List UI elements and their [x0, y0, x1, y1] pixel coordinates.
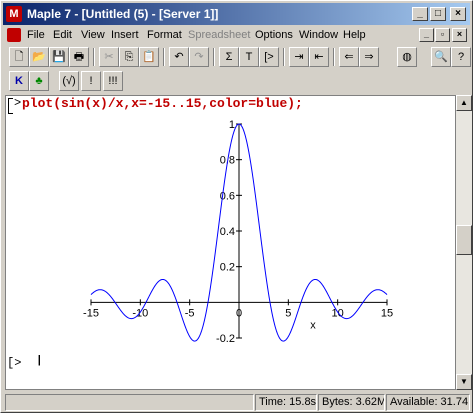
- status-available: Available: 31.74: [386, 394, 470, 411]
- root-button[interactable]: (√): [59, 71, 79, 91]
- main-toolbar: 🗋 📂 💾 🖶 ✂ ⎘ 📋 ↶ ↷ Σ T [> ⇥ ⇤ ⇐ ⇒ ◍ 🔍 ?: [3, 45, 471, 69]
- new-file-icon[interactable]: 🗋: [9, 47, 29, 67]
- menu-view[interactable]: View: [81, 29, 105, 41]
- y-tick-label: -0.2: [216, 333, 235, 345]
- y-tick-label: 0.2: [220, 262, 235, 274]
- execution-group-bracket[interactable]: [8, 98, 13, 114]
- doc-restore-button[interactable]: ▫: [435, 28, 450, 42]
- context-toolbar: K ♣ (√) ! !!!: [3, 69, 470, 93]
- back-arrow-icon[interactable]: ⇐: [339, 47, 359, 67]
- status-bar: Time: 15.8s Bytes: 3.62M Available: 31.7…: [3, 393, 470, 412]
- execute-button[interactable]: !: [81, 71, 101, 91]
- magnify-icon[interactable]: 🔍: [431, 47, 451, 67]
- title-bar[interactable]: M Maple 7 - [Untitled (5) - [Server 1]] …: [3, 3, 470, 25]
- scroll-thumb[interactable]: [456, 225, 472, 255]
- text-cursor: |: [36, 355, 43, 367]
- text-input-button[interactable]: T: [239, 47, 259, 67]
- save-icon[interactable]: 💾: [49, 47, 69, 67]
- menu-file[interactable]: File: [27, 29, 45, 41]
- copy-icon[interactable]: ⎘: [119, 47, 139, 67]
- outdent-icon[interactable]: ⇤: [309, 47, 329, 67]
- x-tick-label: 5: [285, 307, 291, 319]
- paste-icon[interactable]: 📋: [139, 47, 159, 67]
- status-message: [5, 394, 254, 411]
- command-input[interactable]: plot(sin(x)/x,x=-15..15,color=blue);: [22, 96, 303, 111]
- k-button[interactable]: K: [9, 71, 29, 91]
- x-tick-label: 0: [236, 307, 242, 319]
- help-icon[interactable]: ?: [451, 47, 471, 67]
- close-button[interactable]: ×: [450, 7, 466, 21]
- stop-icon[interactable]: ◍: [397, 47, 417, 67]
- x-tick-label: -15: [83, 307, 99, 319]
- sinc-plot[interactable]: -15 -10 -5 0 5 10 15-0.20.20.40.60.81x: [6, 116, 456, 356]
- y-tick-label: 1: [229, 119, 235, 131]
- x-axis-label: x: [310, 319, 316, 331]
- open-folder-icon[interactable]: 📂: [29, 47, 49, 67]
- maximize-button[interactable]: □: [430, 7, 446, 21]
- forward-arrow-icon[interactable]: ⇒: [359, 47, 379, 67]
- undo-icon[interactable]: ↶: [169, 47, 189, 67]
- menu-window[interactable]: Window: [299, 29, 338, 41]
- maple-app-icon[interactable]: M: [6, 6, 22, 22]
- minimize-button[interactable]: _: [412, 7, 428, 21]
- new-prompt: [>: [7, 356, 22, 370]
- scroll-down-button[interactable]: ▼: [456, 374, 472, 390]
- y-tick-label: 0.4: [220, 226, 235, 238]
- redo-icon[interactable]: ↷: [189, 47, 209, 67]
- insert-prompt-button[interactable]: [>: [259, 47, 279, 67]
- scroll-up-button[interactable]: ▲: [456, 95, 472, 111]
- cut-icon[interactable]: ✂: [99, 47, 119, 67]
- math-input-button[interactable]: Σ: [219, 47, 239, 67]
- menu-insert[interactable]: Insert: [111, 29, 139, 41]
- prompt-marker: >: [14, 96, 22, 110]
- x-tick-label: 15: [381, 307, 393, 319]
- menu-help[interactable]: Help: [343, 29, 366, 41]
- menu-spreadsheet: Spreadsheet: [188, 29, 251, 41]
- print-icon[interactable]: 🖶: [69, 47, 89, 67]
- menu-format[interactable]: Format: [147, 29, 182, 41]
- window-title: Maple 7 - [Untitled (5) - [Server 1]]: [27, 7, 219, 21]
- execute-all-button[interactable]: !!!: [103, 71, 123, 91]
- menu-bar: File Edit View Insert Format Spreadsheet…: [3, 26, 470, 44]
- status-time: Time: 15.8s: [255, 394, 317, 411]
- x-tick-label: 10: [332, 307, 344, 319]
- indent-icon[interactable]: ⇥: [289, 47, 309, 67]
- vertical-scrollbar[interactable]: ▲ ▼: [456, 95, 472, 390]
- worksheet-area[interactable]: > plot(sin(x)/x,x=-15..15,color=blue); -…: [5, 95, 456, 390]
- application-window: M Maple 7 - [Untitled (5) - [Server 1]] …: [0, 0, 473, 413]
- doc-minimize-button[interactable]: _: [419, 28, 434, 42]
- status-bytes: Bytes: 3.62M: [318, 394, 385, 411]
- doc-close-button[interactable]: ×: [452, 28, 467, 42]
- x-tick-label: -5: [185, 307, 195, 319]
- maple-leaf-icon[interactable]: ♣: [29, 71, 49, 91]
- document-menu-icon[interactable]: [7, 28, 21, 42]
- menu-options[interactable]: Options: [255, 29, 293, 41]
- menu-edit[interactable]: Edit: [53, 29, 72, 41]
